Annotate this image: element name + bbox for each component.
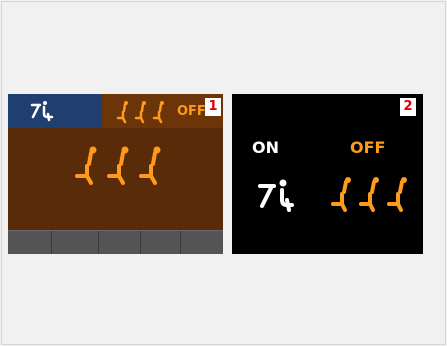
panel-1-badge: 1 — [205, 98, 221, 116]
panel-2: 2 ON OFF — [232, 94, 423, 254]
panel-1: OFF 1 — [8, 94, 223, 254]
passenger-seats-icon — [116, 101, 164, 124]
panel-1-footer — [8, 230, 223, 254]
passenger-seats-icon — [331, 177, 407, 212]
seat-icon — [258, 179, 294, 212]
panel-1-driver-box — [8, 94, 102, 128]
passenger-seats-large-icon — [75, 146, 161, 185]
panel-1-off-label: OFF — [177, 104, 206, 119]
on-label: ON — [252, 138, 279, 157]
panel-2-badge: 2 — [400, 98, 416, 116]
driver-seat-icon — [30, 101, 54, 122]
off-label: OFF — [350, 138, 386, 157]
